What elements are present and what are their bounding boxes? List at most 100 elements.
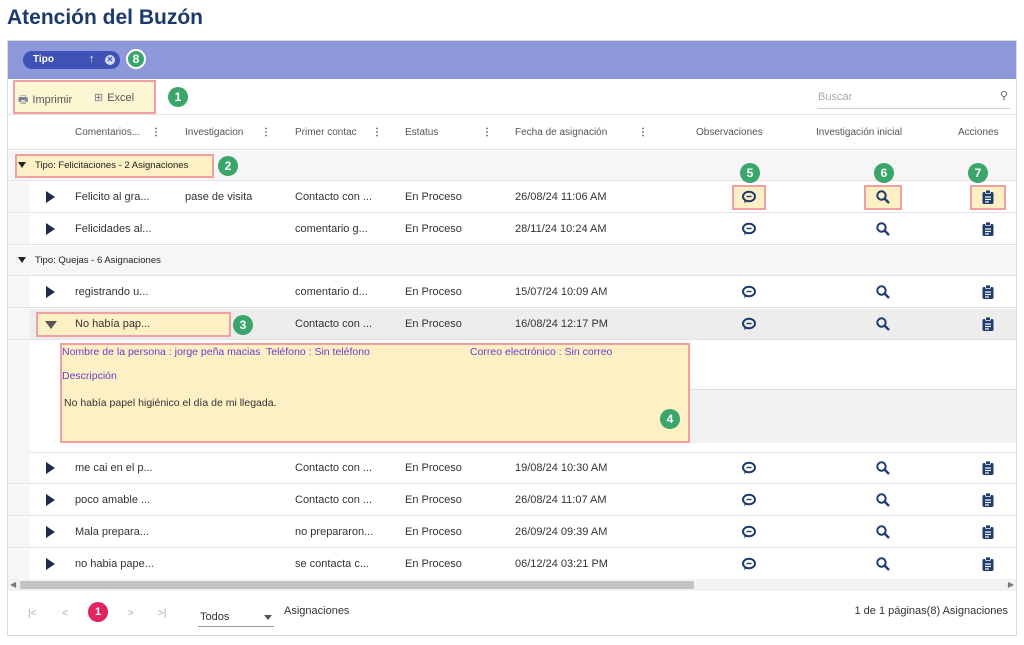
expand-row-icon[interactable] (46, 526, 55, 538)
cell-comentarios: Felicidades al... (75, 223, 152, 235)
cell-primer-contacto: Contacto con ... (295, 318, 373, 330)
collapse-caret-icon[interactable] (18, 257, 26, 263)
cell-estatus: En Proceso (405, 526, 462, 538)
expand-row-icon[interactable] (46, 558, 55, 570)
page-title: Atención del Buzón (7, 6, 203, 29)
detail-nombre: Nombre de la persona : jorge peña macias (62, 346, 261, 358)
column-header-primer-contacto[interactable]: Primer contac (295, 127, 357, 138)
cell-fecha: 06/12/24 03:21 PM (515, 558, 608, 570)
badge-1: 1 (168, 87, 188, 107)
badge-4: 4 (660, 409, 680, 429)
column-menu-icon[interactable]: ⋮ (151, 127, 161, 138)
column-header-comentarios[interactable]: Comentarios... (75, 127, 140, 138)
table-row[interactable]: Felicidades al... comentario g... En Pro… (8, 214, 1016, 245)
current-page-button[interactable]: 1 (88, 602, 108, 622)
clipboard-icon[interactable] (980, 492, 996, 508)
expand-row-icon[interactable] (46, 462, 55, 474)
clipboard-icon[interactable] (980, 460, 996, 476)
expand-row-icon[interactable] (46, 494, 55, 506)
comment-icon[interactable] (741, 460, 757, 476)
clipboard-icon[interactable] (980, 221, 996, 237)
table-row[interactable]: registrando u... comentario d... En Proc… (8, 277, 1016, 308)
sort-ascending-icon[interactable]: ↑ (89, 53, 95, 65)
cell-fecha: 15/07/24 10:09 AM (515, 286, 608, 298)
clipboard-icon[interactable] (980, 524, 996, 540)
magnifier-icon[interactable] (875, 284, 891, 300)
column-menu-icon[interactable]: ⋮ (482, 127, 492, 138)
comment-icon[interactable] (741, 524, 757, 540)
group-chip-label: Tipo (33, 54, 54, 65)
column-menu-icon[interactable]: ⋮ (261, 127, 271, 138)
magnifier-icon[interactable] (875, 189, 891, 205)
comment-icon[interactable] (741, 189, 757, 205)
group-row-quejas[interactable]: Tipo: Quejas - 6 Asignaciones (8, 246, 1016, 276)
horizontal-scrollbar[interactable]: ◀ ▶ (8, 579, 1016, 591)
collapse-caret-icon[interactable] (18, 162, 26, 168)
cell-fecha: 28/11/24 10:24 AM (515, 223, 607, 235)
magnifier-icon[interactable] (875, 221, 891, 237)
scroll-left-icon[interactable]: ◀ (10, 580, 16, 589)
cell-fecha: 16/08/24 12:17 PM (515, 318, 608, 330)
cell-comentarios: poco amable ... (75, 494, 151, 506)
last-page-button[interactable]: >| (158, 608, 166, 619)
clipboard-icon[interactable] (980, 556, 996, 572)
expand-row-icon[interactable] (46, 191, 55, 203)
highlight-detail (60, 343, 690, 443)
cell-estatus: En Proceso (405, 286, 462, 298)
clipboard-icon[interactable] (980, 316, 996, 332)
table-row-expanded[interactable]: No había pap... 3 Contacto con ... En Pr… (8, 309, 1016, 340)
column-header-acciones[interactable]: Acciones (958, 127, 999, 138)
page-size-select[interactable]: Todos (198, 605, 274, 627)
print-button[interactable]: 🖶 Imprimir (18, 91, 72, 110)
group-row-felicitaciones[interactable]: Tipo: Felicitaciones - 2 Asignaciones 2 (8, 151, 1016, 181)
badge-2: 2 (218, 156, 238, 176)
column-header-estatus[interactable]: Estatus (405, 127, 438, 138)
column-menu-icon[interactable]: ⋮ (638, 127, 648, 138)
scrollbar-thumb[interactable] (20, 581, 694, 589)
group-chip-tipo[interactable]: Tipo ↑ ✕ (23, 51, 120, 69)
clipboard-icon[interactable] (980, 284, 996, 300)
table-row[interactable]: me cai en el p... Contacto con ... En Pr… (8, 453, 1016, 484)
next-page-button[interactable]: > (128, 608, 134, 619)
row-detail: Nombre de la persona : jorge peña macias… (8, 341, 1016, 453)
clipboard-icon[interactable] (980, 189, 996, 205)
search-input[interactable] (818, 89, 988, 105)
prev-page-button[interactable]: < (62, 608, 68, 619)
search-icon[interactable]: ⚲ (1000, 89, 1008, 102)
collapse-row-icon[interactable] (45, 321, 57, 329)
expand-row-icon[interactable] (46, 286, 55, 298)
comment-icon[interactable] (741, 316, 757, 332)
row-indent (8, 309, 30, 339)
magnifier-icon[interactable] (875, 492, 891, 508)
table-row[interactable]: no habia pape... se contacta c... En Pro… (8, 549, 1016, 580)
magnifier-icon[interactable] (875, 316, 891, 332)
table-row[interactable]: Felicito al gra... pase de visita Contac… (8, 163, 1016, 213)
excel-icon: ⊞ (94, 92, 104, 104)
badge-5: 5 (740, 163, 760, 183)
magnifier-icon[interactable] (875, 524, 891, 540)
cell-comentarios: Felicito al gra... (75, 191, 150, 203)
cell-estatus: En Proceso (405, 462, 462, 474)
column-header-investigacion[interactable]: Investigacion (185, 127, 243, 138)
expand-row-icon[interactable] (46, 223, 55, 235)
table-row[interactable]: Mala prepara... no prepararon... En Proc… (8, 517, 1016, 548)
magnifier-icon[interactable] (875, 556, 891, 572)
column-menu-icon[interactable]: ⋮ (372, 127, 382, 138)
scroll-right-icon[interactable]: ▶ (1008, 580, 1014, 589)
comment-icon[interactable] (741, 284, 757, 300)
excel-button[interactable]: ⊞ Excel (94, 91, 134, 104)
comment-icon[interactable] (741, 492, 757, 508)
remove-group-icon[interactable]: ✕ (105, 55, 115, 65)
cell-comentarios: no habia pape... (75, 558, 154, 570)
badge-6: 6 (874, 163, 894, 183)
magnifier-icon[interactable] (875, 460, 891, 476)
comment-icon[interactable] (741, 556, 757, 572)
table-row[interactable]: poco amable ... Contacto con ... En Proc… (8, 485, 1016, 516)
column-header-fecha[interactable]: Fecha de asignación (515, 127, 607, 138)
column-header-investigacion-inicial[interactable]: Investigación inicial (816, 127, 902, 138)
cell-primer-contacto: se contacta c... (295, 558, 369, 570)
column-header-observaciones[interactable]: Observaciones (696, 127, 763, 138)
comment-icon[interactable] (741, 221, 757, 237)
first-page-button[interactable]: |< (28, 608, 36, 619)
detail-descripcion: No había papel higiénico el día de mi ll… (64, 397, 277, 409)
